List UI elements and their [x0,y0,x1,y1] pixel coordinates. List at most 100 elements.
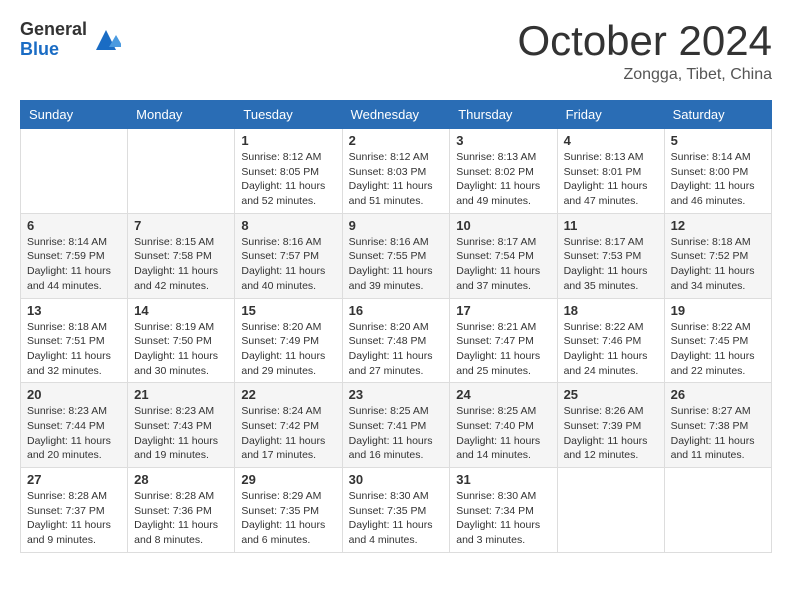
cell-content: Sunrise: 8:27 AMSunset: 7:38 PMDaylight:… [671,404,765,463]
day-number: 10 [456,218,550,233]
cell-content: Sunrise: 8:18 AMSunset: 7:52 PMDaylight:… [671,235,765,294]
cell-content: Sunrise: 8:12 AMSunset: 8:03 PMDaylight:… [349,150,444,209]
calendar-day-header: Saturday [664,101,771,129]
day-number: 15 [241,303,335,318]
calendar-cell: 8 Sunrise: 8:16 AMSunset: 7:57 PMDaylight… [235,213,342,298]
logo: General Blue [20,20,121,60]
cell-content: Sunrise: 8:28 AMSunset: 7:36 PMDaylight:… [134,489,228,548]
calendar-cell: 9 Sunrise: 8:16 AMSunset: 7:55 PMDaylight… [342,213,450,298]
day-number: 29 [241,472,335,487]
day-number: 2 [349,133,444,148]
cell-content: Sunrise: 8:18 AMSunset: 7:51 PMDaylight:… [27,320,121,379]
cell-content: Sunrise: 8:15 AMSunset: 7:58 PMDaylight:… [134,235,228,294]
calendar-cell: 16 Sunrise: 8:20 AMSunset: 7:48 PMDayligh… [342,298,450,383]
logo-blue-text: Blue [20,40,87,60]
day-number: 21 [134,387,228,402]
calendar-cell: 31Sunrise: 8:30 AMSunset: 7:34 PMDayligh… [450,468,557,553]
cell-content: Sunrise: 8:20 AMSunset: 7:48 PMDaylight:… [349,320,444,379]
day-number: 13 [27,303,121,318]
calendar-cell: 18 Sunrise: 8:22 AMSunset: 7:46 PMDayligh… [557,298,664,383]
calendar-cell: 6Sunrise: 8:14 AMSunset: 7:59 PMDaylight… [21,213,128,298]
page-header: General Blue October 2024 Zongga, Tibet,… [20,20,772,84]
calendar-cell [664,468,771,553]
logo-icon [91,25,121,55]
calendar-cell: 23 Sunrise: 8:25 AMSunset: 7:41 PMDayligh… [342,383,450,468]
day-number: 4 [564,133,658,148]
calendar-day-header: Tuesday [235,101,342,129]
day-number: 18 [564,303,658,318]
calendar-cell: 19Sunrise: 8:22 AMSunset: 7:45 PMDayligh… [664,298,771,383]
calendar-day-header: Friday [557,101,664,129]
location-subtitle: Zongga, Tibet, China [517,66,772,84]
cell-content: Sunrise: 8:12 AMSunset: 8:05 PMDaylight:… [241,150,335,209]
day-number: 30 [349,472,444,487]
calendar-week-row: 6Sunrise: 8:14 AMSunset: 7:59 PMDaylight… [21,213,772,298]
cell-content: Sunrise: 8:29 AMSunset: 7:35 PMDaylight:… [241,489,335,548]
cell-content: Sunrise: 8:19 AMSunset: 7:50 PMDaylight:… [134,320,228,379]
cell-content: Sunrise: 8:17 AMSunset: 7:53 PMDaylight:… [564,235,658,294]
calendar-day-header: Thursday [450,101,557,129]
calendar-day-header: Monday [128,101,235,129]
cell-content: Sunrise: 8:25 AMSunset: 7:40 PMDaylight:… [456,404,550,463]
cell-content: Sunrise: 8:22 AMSunset: 7:46 PMDaylight:… [564,320,658,379]
calendar-cell: 28Sunrise: 8:28 AMSunset: 7:36 PMDayligh… [128,468,235,553]
cell-content: Sunrise: 8:21 AMSunset: 7:47 PMDaylight:… [456,320,550,379]
day-number: 27 [27,472,121,487]
day-number: 14 [134,303,228,318]
calendar-cell: 17 Sunrise: 8:21 AMSunset: 7:47 PMDayligh… [450,298,557,383]
day-number: 24 [456,387,550,402]
calendar-cell: 12 Sunrise: 8:18 AMSunset: 7:52 PMDayligh… [664,213,771,298]
calendar-week-row: 20 Sunrise: 8:23 AMSunset: 7:44 PMDayligh… [21,383,772,468]
cell-content: Sunrise: 8:14 AMSunset: 8:00 PMDaylight:… [671,150,765,209]
calendar-cell: 26Sunrise: 8:27 AMSunset: 7:38 PMDayligh… [664,383,771,468]
cell-content: Sunrise: 8:24 AMSunset: 7:42 PMDaylight:… [241,404,335,463]
calendar-cell [128,129,235,214]
calendar-cell: 29 Sunrise: 8:29 AMSunset: 7:35 PMDayligh… [235,468,342,553]
day-number: 17 [456,303,550,318]
day-number: 16 [349,303,444,318]
day-number: 11 [564,218,658,233]
day-number: 25 [564,387,658,402]
month-title: October 2024 [517,20,772,62]
cell-content: Sunrise: 8:20 AMSunset: 7:49 PMDaylight:… [241,320,335,379]
calendar-cell: 4Sunrise: 8:13 AMSunset: 8:01 PMDaylight… [557,129,664,214]
day-number: 9 [349,218,444,233]
calendar-week-row: 13 Sunrise: 8:18 AMSunset: 7:51 PMDayligh… [21,298,772,383]
calendar-cell: 2 Sunrise: 8:12 AMSunset: 8:03 PMDaylight… [342,129,450,214]
calendar-cell: 21 Sunrise: 8:23 AMSunset: 7:43 PMDayligh… [128,383,235,468]
cell-content: Sunrise: 8:25 AMSunset: 7:41 PMDaylight:… [349,404,444,463]
calendar-cell: 1Sunrise: 8:12 AMSunset: 8:05 PMDaylight… [235,129,342,214]
calendar-cell: 27 Sunrise: 8:28 AMSunset: 7:37 PMDayligh… [21,468,128,553]
calendar-cell [21,129,128,214]
calendar-cell: 22 Sunrise: 8:24 AMSunset: 7:42 PMDayligh… [235,383,342,468]
cell-content: Sunrise: 8:28 AMSunset: 7:37 PMDaylight:… [27,489,121,548]
calendar-header-row: SundayMondayTuesdayWednesdayThursdayFrid… [21,101,772,129]
cell-content: Sunrise: 8:23 AMSunset: 7:44 PMDaylight:… [27,404,121,463]
day-number: 12 [671,218,765,233]
calendar-cell: 30 Sunrise: 8:30 AMSunset: 7:35 PMDayligh… [342,468,450,553]
day-number: 7 [134,218,228,233]
calendar-cell: 14 Sunrise: 8:19 AMSunset: 7:50 PMDayligh… [128,298,235,383]
cell-content: Sunrise: 8:26 AMSunset: 7:39 PMDaylight:… [564,404,658,463]
calendar-cell: 15 Sunrise: 8:20 AMSunset: 7:49 PMDayligh… [235,298,342,383]
calendar-cell: 11 Sunrise: 8:17 AMSunset: 7:53 PMDayligh… [557,213,664,298]
day-number: 23 [349,387,444,402]
calendar-table: SundayMondayTuesdayWednesdayThursdayFrid… [20,100,772,553]
day-number: 22 [241,387,335,402]
day-number: 5 [671,133,765,148]
calendar-week-row: 1Sunrise: 8:12 AMSunset: 8:05 PMDaylight… [21,129,772,214]
cell-content: Sunrise: 8:30 AMSunset: 7:34 PMDaylight:… [456,489,550,548]
day-number: 8 [241,218,335,233]
cell-content: Sunrise: 8:23 AMSunset: 7:43 PMDaylight:… [134,404,228,463]
logo-general-text: General [20,20,87,40]
calendar-cell: 25 Sunrise: 8:26 AMSunset: 7:39 PMDayligh… [557,383,664,468]
calendar-cell: 24 Sunrise: 8:25 AMSunset: 7:40 PMDayligh… [450,383,557,468]
cell-content: Sunrise: 8:16 AMSunset: 7:57 PMDaylight:… [241,235,335,294]
calendar-cell: 5 Sunrise: 8:14 AMSunset: 8:00 PMDaylight… [664,129,771,214]
day-number: 20 [27,387,121,402]
title-area: October 2024 Zongga, Tibet, China [517,20,772,84]
calendar-cell [557,468,664,553]
cell-content: Sunrise: 8:16 AMSunset: 7:55 PMDaylight:… [349,235,444,294]
calendar-day-header: Wednesday [342,101,450,129]
cell-content: Sunrise: 8:30 AMSunset: 7:35 PMDaylight:… [349,489,444,548]
